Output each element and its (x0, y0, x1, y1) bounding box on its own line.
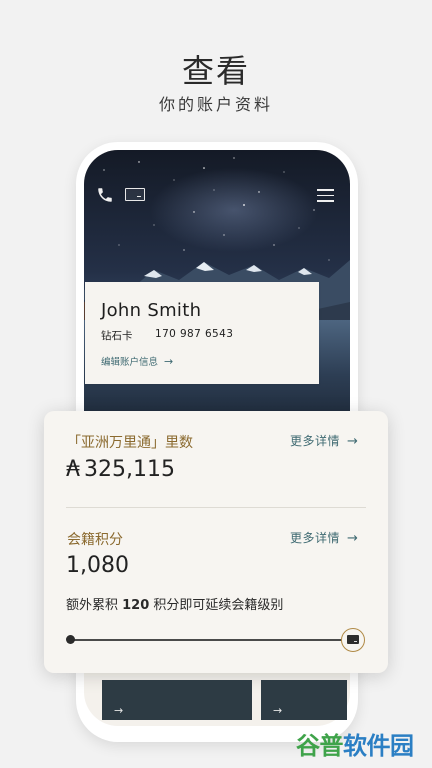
membership-card-icon (347, 635, 359, 644)
miles-balance: ₳ 325,115 (66, 457, 175, 482)
site-watermark: 谷普软件园 (296, 726, 414, 761)
phone-icon[interactable] (96, 186, 114, 204)
membership-card-icon[interactable] (125, 188, 145, 201)
shortcut-tile-left[interactable]: → (102, 680, 252, 720)
hamburger-menu-icon[interactable] (317, 189, 334, 202)
avios-currency-icon: ₳ (66, 457, 80, 482)
tier-progress-track (71, 639, 355, 641)
member-number: 170 987 6543 (155, 328, 234, 340)
miles-title: 「亚洲万里通」里数 (67, 435, 193, 451)
arrow-right-icon: → (347, 434, 359, 449)
progress-goal-badge (341, 628, 365, 652)
tier-retention-note: 额外累积 120 积分即可延续会籍级别 (66, 594, 283, 613)
points-panel: 「亚洲万里通」里数 更多详情 → ₳ 325,115 会籍积分 更多详情 → 1,08… (44, 411, 388, 673)
miles-balance-value: 325,115 (84, 457, 175, 482)
arrow-right-icon: → (114, 704, 124, 717)
watermark-part1: 谷普 (296, 732, 344, 760)
tier-points-title: 会籍积分 (67, 532, 123, 548)
arrow-right-icon: → (347, 531, 359, 546)
profile-card: John Smith 钻石卡 170 987 6543 编辑账户信息 → (85, 282, 319, 384)
edit-account-link[interactable]: 编辑账户信息 → (101, 354, 173, 368)
tier-note-prefix: 额外累积 (66, 598, 123, 613)
edit-account-label: 编辑账户信息 (101, 357, 159, 368)
tier-note-suffix: 积分即可延续会籍级别 (149, 598, 284, 613)
watermark-part2: 软件园 (343, 732, 414, 760)
hero-title: 查看 (181, 52, 250, 90)
member-name: John Smith (101, 300, 202, 321)
tier-more-label: 更多详情 (290, 531, 341, 545)
miles-more-details-link[interactable]: 更多详情 → (290, 432, 358, 449)
arrow-right-icon: → (164, 355, 174, 368)
miles-more-label: 更多详情 (290, 434, 341, 448)
tier-points-value: 1,080 (66, 553, 129, 578)
tier-note-amount: 120 (122, 598, 150, 613)
hero-subtitle: 你的账户资料 (158, 95, 273, 114)
shortcut-tile-right[interactable]: → (261, 680, 347, 720)
progress-start-dot (66, 635, 75, 644)
arrow-right-icon: → (273, 704, 283, 717)
member-tier: 钻石卡 (101, 330, 133, 342)
app-preview-page: 查看 你的账户资料 John Smith 钻石卡 170 987 6543 编辑… (0, 0, 432, 768)
tier-more-details-link[interactable]: 更多详情 → (290, 529, 358, 546)
divider (66, 507, 366, 508)
